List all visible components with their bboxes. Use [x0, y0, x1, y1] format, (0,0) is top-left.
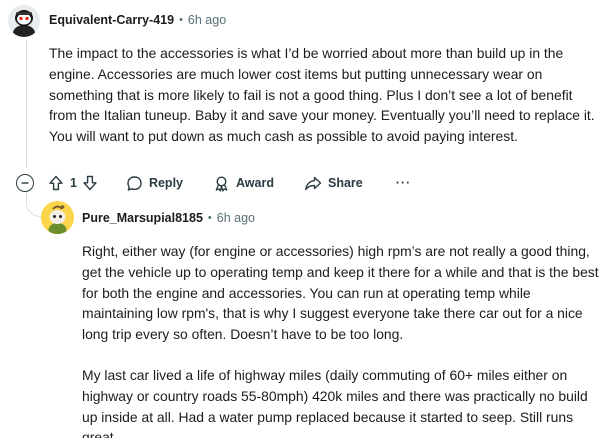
vote-count: 1 — [70, 176, 77, 190]
collapse-button[interactable] — [16, 174, 34, 192]
share-label: Share — [327, 176, 363, 190]
reply-button[interactable]: Reply — [126, 175, 183, 192]
comment-header: Equivalent-Carry-419 • 6h ago — [49, 13, 226, 27]
comment-body: The impact to the accessories is what I’… — [49, 43, 604, 147]
award-label: Award — [236, 176, 274, 190]
award-ribbon-icon — [215, 175, 228, 192]
more-options-button[interactable]: ··· — [396, 176, 412, 190]
reply-paragraph: My last car lived a life of highway mile… — [82, 366, 588, 438]
reply-paragraph: Right, either way (for engine or accesso… — [82, 243, 599, 343]
more-options-icon: ··· — [395, 176, 412, 190]
reply-body: Right, either way (for engine or accesso… — [82, 241, 602, 438]
share-button[interactable]: Share — [304, 175, 363, 192]
comment-thread: Equivalent-Carry-419 • 6h ago The impact… — [0, 0, 611, 438]
thread-line[interactable] — [26, 40, 27, 168]
meta-separator: • — [207, 212, 212, 224]
reply-timestamp[interactable]: 6h ago — [217, 211, 255, 225]
share-arrow-icon — [305, 176, 322, 190]
upvote-arrow-icon — [49, 175, 63, 191]
collapse-minus-icon — [21, 182, 29, 184]
reply-author[interactable]: Pure_Marsupial8185 — [82, 211, 203, 225]
snoo-avatar-icon — [41, 201, 74, 234]
comment-timestamp[interactable]: 6h ago — [188, 13, 226, 27]
speech-bubble-icon — [127, 175, 142, 191]
reply-header: Pure_Marsupial8185 • 6h ago — [82, 211, 255, 225]
comment-text: The impact to the accessories is what I’… — [49, 45, 595, 145]
avatar[interactable] — [8, 5, 40, 37]
vote-group: 1 — [48, 175, 98, 191]
snoo-avatar-icon — [13, 10, 35, 37]
reply-label: Reply — [148, 176, 183, 190]
comment-author[interactable]: Equivalent-Carry-419 — [49, 13, 174, 27]
avatar[interactable] — [41, 201, 74, 234]
downvote-button[interactable] — [82, 175, 98, 191]
upvote-button[interactable] — [48, 175, 64, 191]
comment-action-bar: 1 Reply Award Share ··· — [16, 171, 411, 195]
award-button[interactable]: Award — [213, 175, 274, 192]
downvote-arrow-icon — [83, 175, 97, 191]
meta-separator: • — [179, 14, 183, 26]
